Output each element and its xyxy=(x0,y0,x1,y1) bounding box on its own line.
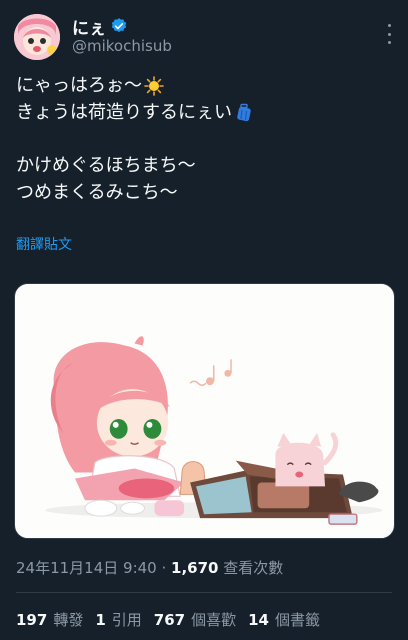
quotes-label: 引用 xyxy=(111,611,142,629)
tweet-line-text: きょうは荷造りするにぇい xyxy=(16,102,232,123)
meta-separator: · xyxy=(156,559,172,577)
tweet-line: かけめぐるほちまち〜 xyxy=(16,152,396,179)
quotes-stat[interactable]: 1 引用 xyxy=(95,609,141,630)
tweet-line: にゃっはろぉ〜 xyxy=(16,72,396,99)
views-label: 查看次數 xyxy=(223,559,284,577)
tweet-line-text: にゃっはろぉ〜 xyxy=(16,75,142,96)
display-name[interactable]: にぇ xyxy=(72,14,106,39)
avatar[interactable] xyxy=(14,14,60,60)
tweet-metadata: 24年11月14日 9:40 · 1,670 查看次數 xyxy=(16,557,283,578)
retweets-stat[interactable]: 197 轉發 xyxy=(16,609,83,630)
tweet-text: にゃっはろぉ〜 きょうは荷造りするにぇい かけめぐるほちまち〜 つめまくるみこち… xyxy=(16,72,396,206)
bookmarks-stat[interactable]: 14 個書籤 xyxy=(248,609,320,630)
bookmarks-count: 14 xyxy=(248,611,269,629)
tweet-line-text: かけめぐるほちまち〜 xyxy=(16,155,196,176)
bookmarks-label: 個書籤 xyxy=(274,611,320,629)
quotes-count: 1 xyxy=(95,611,106,629)
packing-illustration xyxy=(15,284,394,538)
divider xyxy=(16,592,392,593)
author-name-row[interactable]: にぇ xyxy=(72,14,128,39)
tweet-line: つめまくるみこち〜 xyxy=(16,179,396,206)
retweets-label: 轉發 xyxy=(53,611,84,629)
views-count: 1,670 xyxy=(171,559,219,577)
likes-stat[interactable]: 767 個喜歡 xyxy=(154,609,236,630)
user-handle[interactable]: @mikochisub xyxy=(72,37,172,55)
avatar-image xyxy=(14,14,60,60)
timestamp[interactable]: 24年11月14日 9:40 xyxy=(16,559,157,577)
sun-icon xyxy=(144,75,164,96)
translate-post-link[interactable]: 翻譯貼文 xyxy=(16,234,72,254)
tweet-line-text: つめまくるみこち〜 xyxy=(16,182,178,203)
tweet-media-image[interactable] xyxy=(14,283,395,539)
tweet-line: きょうは荷造りするにぇい xyxy=(16,99,396,126)
verified-badge-icon xyxy=(110,17,128,35)
engagement-stats: 197 轉發 1 引用 767 個喜歡 14 個書籤 xyxy=(16,609,320,630)
more-vertical-icon[interactable] xyxy=(384,24,394,44)
luggage-icon xyxy=(234,103,254,123)
likes-label: 個喜歡 xyxy=(191,611,237,629)
likes-count: 767 xyxy=(153,611,186,629)
retweets-count: 197 xyxy=(16,611,48,629)
